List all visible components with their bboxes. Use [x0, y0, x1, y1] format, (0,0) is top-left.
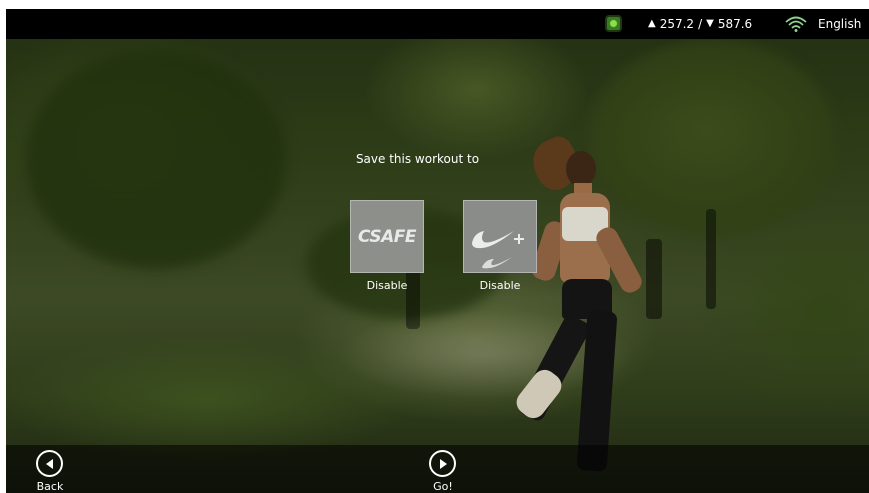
language-selector[interactable]: English — [818, 9, 861, 39]
nike-plus-option-tile[interactable] — [463, 200, 537, 273]
background-dim — [6, 9, 869, 493]
chip-icon — [607, 17, 620, 30]
runner-figure — [511, 129, 666, 489]
network-speed-readout: ▲ 257.2 / ▼ 587.6 — [648, 9, 752, 39]
go-label: Go! — [433, 480, 453, 493]
background-photo — [6, 9, 869, 493]
csafe-logo: CSAFE — [351, 201, 423, 272]
save-workout-prompt: Save this workout to — [355, 152, 480, 166]
app-screen: ▲ 257.2 / ▼ 587.6 English Save this work… — [6, 9, 869, 493]
nike-swoosh-icon — [472, 231, 524, 269]
circle-arrow-right-icon — [429, 450, 456, 477]
go-button[interactable]: Go! — [421, 450, 461, 493]
status-bar: ▲ 257.2 / ▼ 587.6 English — [6, 9, 869, 39]
csafe-logo-text: CSAFE — [358, 226, 417, 247]
back-button[interactable]: Back — [28, 450, 68, 493]
nike-plus-status-label: Disable — [479, 279, 521, 292]
download-value: 587.6 — [717, 17, 753, 31]
csafe-option-tile[interactable]: CSAFE — [350, 200, 424, 273]
circle-arrow-left-icon — [36, 450, 63, 477]
triangle-up-icon: ▲ — [648, 18, 656, 29]
speed-separator: / — [698, 17, 703, 31]
upload-value: 257.2 — [659, 17, 695, 31]
wifi-icon — [785, 16, 807, 32]
csafe-status-label: Disable — [366, 279, 408, 292]
triangle-down-icon: ▼ — [706, 18, 714, 29]
back-label: Back — [36, 480, 64, 493]
